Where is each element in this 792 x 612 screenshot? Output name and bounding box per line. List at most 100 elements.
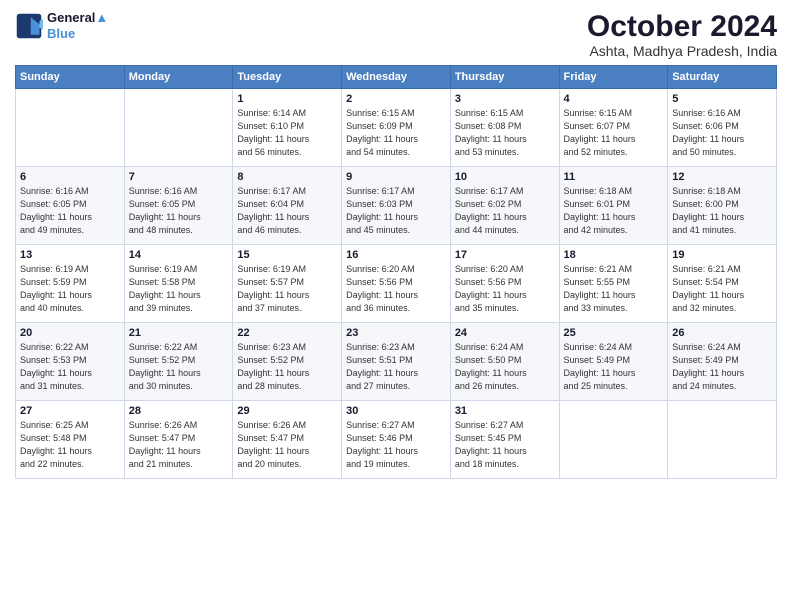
day-info: Sunrise: 6:14 AM Sunset: 6:10 PM Dayligh…	[237, 107, 337, 159]
calendar-cell: 18 Sunrise: 6:21 AM Sunset: 5:55 PM Dayli…	[559, 245, 668, 323]
calendar-cell: 5 Sunrise: 6:16 AM Sunset: 6:06 PM Daylig…	[668, 89, 777, 167]
day-number: 7	[129, 171, 229, 183]
calendar-cell: 30 Sunrise: 6:27 AM Sunset: 5:46 PM Dayli…	[342, 401, 451, 479]
day-info: Sunrise: 6:24 AM Sunset: 5:49 PM Dayligh…	[564, 341, 664, 393]
day-info: Sunrise: 6:24 AM Sunset: 5:50 PM Dayligh…	[455, 341, 555, 393]
calendar-cell: 4 Sunrise: 6:15 AM Sunset: 6:07 PM Daylig…	[559, 89, 668, 167]
day-number: 13	[20, 249, 120, 261]
logo: General▲ Blue	[15, 10, 108, 41]
calendar-cell: 22 Sunrise: 6:23 AM Sunset: 5:52 PM Dayli…	[233, 323, 342, 401]
day-number: 4	[564, 93, 664, 105]
day-number: 21	[129, 327, 229, 339]
day-info: Sunrise: 6:15 AM Sunset: 6:07 PM Dayligh…	[564, 107, 664, 159]
day-number: 25	[564, 327, 664, 339]
day-number: 15	[237, 249, 337, 261]
day-info: Sunrise: 6:25 AM Sunset: 5:48 PM Dayligh…	[20, 419, 120, 471]
calendar-cell: 14 Sunrise: 6:19 AM Sunset: 5:58 PM Dayli…	[124, 245, 233, 323]
calendar-cell: 11 Sunrise: 6:18 AM Sunset: 6:01 PM Dayli…	[559, 167, 668, 245]
day-number: 22	[237, 327, 337, 339]
day-info: Sunrise: 6:21 AM Sunset: 5:54 PM Dayligh…	[672, 263, 772, 315]
day-number: 11	[564, 171, 664, 183]
day-number: 1	[237, 93, 337, 105]
day-number: 6	[20, 171, 120, 183]
day-info: Sunrise: 6:21 AM Sunset: 5:55 PM Dayligh…	[564, 263, 664, 315]
day-info: Sunrise: 6:20 AM Sunset: 5:56 PM Dayligh…	[346, 263, 446, 315]
day-number: 31	[455, 405, 555, 417]
day-info: Sunrise: 6:17 AM Sunset: 6:02 PM Dayligh…	[455, 185, 555, 237]
calendar-cell: 10Sunrise: 6:17 AM Sunset: 6:02 PM Dayli…	[450, 167, 559, 245]
calendar-cell: 2Sunrise: 6:15 AM Sunset: 6:09 PM Daylig…	[342, 89, 451, 167]
calendar-week-row: 6 Sunrise: 6:16 AM Sunset: 6:05 PM Daylig…	[16, 167, 777, 245]
day-number: 8	[237, 171, 337, 183]
calendar-cell: 23 Sunrise: 6:23 AM Sunset: 5:51 PM Dayli…	[342, 323, 451, 401]
calendar-cell	[559, 401, 668, 479]
day-info: Sunrise: 6:23 AM Sunset: 5:51 PM Dayligh…	[346, 341, 446, 393]
calendar-cell: 16 Sunrise: 6:20 AM Sunset: 5:56 PM Dayli…	[342, 245, 451, 323]
weekday-header-row: SundayMondayTuesdayWednesdayThursdayFrid…	[16, 66, 777, 89]
page: General▲ Blue October 2024 Ashta, Madhya…	[0, 0, 792, 612]
day-number: 19	[672, 249, 772, 261]
day-info: Sunrise: 6:24 AM Sunset: 5:49 PM Dayligh…	[672, 341, 772, 393]
day-info: Sunrise: 6:20 AM Sunset: 5:56 PM Dayligh…	[455, 263, 555, 315]
day-number: 2	[346, 93, 446, 105]
calendar-cell: 19 Sunrise: 6:21 AM Sunset: 5:54 PM Dayli…	[668, 245, 777, 323]
day-info: Sunrise: 6:23 AM Sunset: 5:52 PM Dayligh…	[237, 341, 337, 393]
weekday-header-sunday: Sunday	[16, 66, 125, 89]
day-number: 28	[129, 405, 229, 417]
day-info: Sunrise: 6:22 AM Sunset: 5:53 PM Dayligh…	[20, 341, 120, 393]
weekday-header-saturday: Saturday	[668, 66, 777, 89]
calendar-cell: 3Sunrise: 6:15 AM Sunset: 6:08 PM Daylig…	[450, 89, 559, 167]
calendar-cell: 25 Sunrise: 6:24 AM Sunset: 5:49 PM Dayli…	[559, 323, 668, 401]
day-number: 24	[455, 327, 555, 339]
day-number: 16	[346, 249, 446, 261]
day-number: 26	[672, 327, 772, 339]
day-number: 3	[455, 93, 555, 105]
title-area: October 2024 Ashta, Madhya Pradesh, Indi…	[587, 10, 777, 59]
weekday-header-friday: Friday	[559, 66, 668, 89]
calendar-cell: 13Sunrise: 6:19 AM Sunset: 5:59 PM Dayli…	[16, 245, 125, 323]
calendar-cell: 29 Sunrise: 6:26 AM Sunset: 5:47 PM Dayli…	[233, 401, 342, 479]
day-info: Sunrise: 6:19 AM Sunset: 5:58 PM Dayligh…	[129, 263, 229, 315]
day-number: 20	[20, 327, 120, 339]
day-info: Sunrise: 6:16 AM Sunset: 6:05 PM Dayligh…	[129, 185, 229, 237]
month-title: October 2024	[587, 10, 777, 43]
logo-icon	[15, 12, 43, 40]
day-info: Sunrise: 6:26 AM Sunset: 5:47 PM Dayligh…	[237, 419, 337, 471]
day-info: Sunrise: 6:17 AM Sunset: 6:03 PM Dayligh…	[346, 185, 446, 237]
day-info: Sunrise: 6:27 AM Sunset: 5:46 PM Dayligh…	[346, 419, 446, 471]
day-info: Sunrise: 6:17 AM Sunset: 6:04 PM Dayligh…	[237, 185, 337, 237]
day-number: 29	[237, 405, 337, 417]
calendar-cell: 27Sunrise: 6:25 AM Sunset: 5:48 PM Dayli…	[16, 401, 125, 479]
calendar-cell	[668, 401, 777, 479]
day-number: 17	[455, 249, 555, 261]
calendar-cell: 9Sunrise: 6:17 AM Sunset: 6:03 PM Daylig…	[342, 167, 451, 245]
weekday-header-monday: Monday	[124, 66, 233, 89]
calendar-cell: 24 Sunrise: 6:24 AM Sunset: 5:50 PM Dayli…	[450, 323, 559, 401]
calendar-cell	[16, 89, 125, 167]
day-number: 18	[564, 249, 664, 261]
calendar-week-row: 20 Sunrise: 6:22 AM Sunset: 5:53 PM Dayli…	[16, 323, 777, 401]
calendar-table: SundayMondayTuesdayWednesdayThursdayFrid…	[15, 65, 777, 479]
calendar-cell: 20 Sunrise: 6:22 AM Sunset: 5:53 PM Dayli…	[16, 323, 125, 401]
location-subtitle: Ashta, Madhya Pradesh, India	[587, 43, 777, 59]
calendar-cell: 17 Sunrise: 6:20 AM Sunset: 5:56 PM Dayli…	[450, 245, 559, 323]
calendar-cell: 31Sunrise: 6:27 AM Sunset: 5:45 PM Dayli…	[450, 401, 559, 479]
day-number: 30	[346, 405, 446, 417]
day-info: Sunrise: 6:22 AM Sunset: 5:52 PM Dayligh…	[129, 341, 229, 393]
day-number: 23	[346, 327, 446, 339]
day-info: Sunrise: 6:16 AM Sunset: 6:05 PM Dayligh…	[20, 185, 120, 237]
calendar-cell: 28 Sunrise: 6:26 AM Sunset: 5:47 PM Dayli…	[124, 401, 233, 479]
day-number: 5	[672, 93, 772, 105]
calendar-week-row: 1 Sunrise: 6:14 AM Sunset: 6:10 PM Daylig…	[16, 89, 777, 167]
calendar-cell: 7 Sunrise: 6:16 AM Sunset: 6:05 PM Daylig…	[124, 167, 233, 245]
calendar-cell: 6 Sunrise: 6:16 AM Sunset: 6:05 PM Daylig…	[16, 167, 125, 245]
day-info: Sunrise: 6:16 AM Sunset: 6:06 PM Dayligh…	[672, 107, 772, 159]
calendar-cell: 12Sunrise: 6:18 AM Sunset: 6:00 PM Dayli…	[668, 167, 777, 245]
day-number: 14	[129, 249, 229, 261]
day-info: Sunrise: 6:18 AM Sunset: 6:01 PM Dayligh…	[564, 185, 664, 237]
day-info: Sunrise: 6:18 AM Sunset: 6:00 PM Dayligh…	[672, 185, 772, 237]
calendar-week-row: 13Sunrise: 6:19 AM Sunset: 5:59 PM Dayli…	[16, 245, 777, 323]
day-info: Sunrise: 6:26 AM Sunset: 5:47 PM Dayligh…	[129, 419, 229, 471]
calendar-cell: 15Sunrise: 6:19 AM Sunset: 5:57 PM Dayli…	[233, 245, 342, 323]
weekday-header-wednesday: Wednesday	[342, 66, 451, 89]
